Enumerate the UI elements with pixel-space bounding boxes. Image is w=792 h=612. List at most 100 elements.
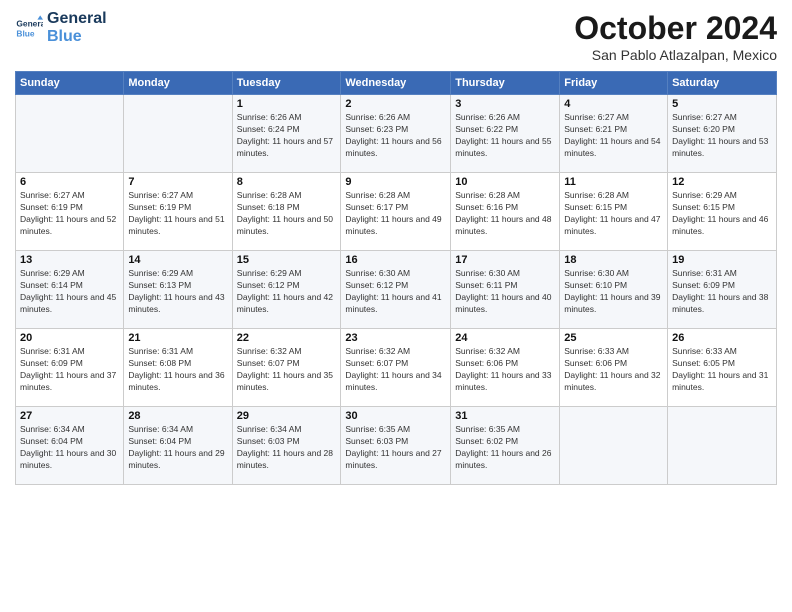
day-info: Sunrise: 6:32 AM Sunset: 6:07 PM Dayligh… bbox=[345, 346, 446, 394]
day-number: 29 bbox=[237, 410, 337, 422]
week-row-3: 13 Sunrise: 6:29 AM Sunset: 6:14 PM Dayli… bbox=[16, 251, 777, 329]
logo: General Blue General Blue bbox=[15, 10, 107, 45]
day-number: 6 bbox=[20, 176, 119, 188]
table-cell: 4 Sunrise: 6:27 AM Sunset: 6:21 PM Daylig… bbox=[560, 95, 668, 173]
day-info: Sunrise: 6:29 AM Sunset: 6:14 PM Dayligh… bbox=[20, 268, 119, 316]
table-cell: 24Sunrise: 6:32 AM Sunset: 6:06 PM Dayli… bbox=[451, 329, 560, 407]
table-cell: 10 Sunrise: 6:28 AM Sunset: 6:16 PM Dayli… bbox=[451, 173, 560, 251]
svg-text:General: General bbox=[16, 18, 43, 28]
day-info: Sunrise: 6:27 AM Sunset: 6:20 PM Dayligh… bbox=[672, 112, 772, 160]
day-number: 23 bbox=[345, 332, 446, 344]
table-cell: 6 Sunrise: 6:27 AM Sunset: 6:19 PM Daylig… bbox=[16, 173, 124, 251]
table-cell: 12Sunrise: 6:29 AM Sunset: 6:15 PM Dayli… bbox=[668, 173, 777, 251]
header-monday: Monday bbox=[124, 72, 232, 95]
day-info: Sunrise: 6:32 AM Sunset: 6:07 PM Dayligh… bbox=[237, 346, 337, 394]
day-number: 31 bbox=[455, 410, 555, 422]
table-cell: 23 Sunrise: 6:32 AM Sunset: 6:07 PM Dayli… bbox=[341, 329, 451, 407]
table-cell: 27 Sunrise: 6:34 AM Sunset: 6:04 PM Dayli… bbox=[16, 407, 124, 485]
day-info: Sunrise: 6:28 AM Sunset: 6:16 PM Dayligh… bbox=[455, 190, 555, 238]
day-number: 21 bbox=[128, 332, 227, 344]
header-saturday: Saturday bbox=[668, 72, 777, 95]
day-info: Sunrise: 6:31 AM Sunset: 6:09 PM Dayligh… bbox=[20, 346, 119, 394]
day-info: Sunrise: 6:28 AM Sunset: 6:15 PM Dayligh… bbox=[564, 190, 663, 238]
day-number: 22 bbox=[237, 332, 337, 344]
table-cell: 21 Sunrise: 6:31 AM Sunset: 6:08 PM Dayli… bbox=[124, 329, 232, 407]
title-block: October 2024 San Pablo Atlazalpan, Mexic… bbox=[574, 10, 777, 63]
day-info: Sunrise: 6:34 AM Sunset: 6:03 PM Dayligh… bbox=[237, 424, 337, 472]
day-number: 28 bbox=[128, 410, 227, 422]
day-info: Sunrise: 6:31 AM Sunset: 6:08 PM Dayligh… bbox=[128, 346, 227, 394]
table-cell: 19Sunrise: 6:31 AM Sunset: 6:09 PM Dayli… bbox=[668, 251, 777, 329]
location: San Pablo Atlazalpan, Mexico bbox=[574, 47, 777, 63]
day-number: 26 bbox=[672, 332, 772, 344]
day-number: 3 bbox=[455, 98, 555, 110]
header: General Blue General Blue October 2024 S… bbox=[15, 10, 777, 63]
table-cell: 5 Sunrise: 6:27 AM Sunset: 6:20 PM Daylig… bbox=[668, 95, 777, 173]
header-sunday: Sunday bbox=[16, 72, 124, 95]
day-info: Sunrise: 6:34 AM Sunset: 6:04 PM Dayligh… bbox=[20, 424, 119, 472]
day-number: 17 bbox=[455, 254, 555, 266]
day-number: 20 bbox=[20, 332, 119, 344]
day-info: Sunrise: 6:28 AM Sunset: 6:18 PM Dayligh… bbox=[237, 190, 337, 238]
header-wednesday: Wednesday bbox=[341, 72, 451, 95]
table-cell: 1Sunrise: 6:26 AM Sunset: 6:24 PM Daylig… bbox=[232, 95, 341, 173]
calendar-table: Sunday Monday Tuesday Wednesday Thursday… bbox=[15, 71, 777, 485]
table-cell: 29 Sunrise: 6:34 AM Sunset: 6:03 PM Dayli… bbox=[232, 407, 341, 485]
table-cell: 20 Sunrise: 6:31 AM Sunset: 6:09 PM Dayli… bbox=[16, 329, 124, 407]
day-info: Sunrise: 6:34 AM Sunset: 6:04 PM Dayligh… bbox=[128, 424, 227, 472]
day-info: Sunrise: 6:35 AM Sunset: 6:02 PM Dayligh… bbox=[455, 424, 555, 472]
day-number: 14 bbox=[128, 254, 227, 266]
table-cell: 16 Sunrise: 6:30 AM Sunset: 6:12 PM Dayli… bbox=[341, 251, 451, 329]
table-cell: 7Sunrise: 6:27 AM Sunset: 6:19 PM Daylig… bbox=[124, 173, 232, 251]
table-cell: 26Sunrise: 6:33 AM Sunset: 6:05 PM Dayli… bbox=[668, 329, 777, 407]
day-info: Sunrise: 6:29 AM Sunset: 6:15 PM Dayligh… bbox=[672, 190, 772, 238]
week-row-5: 27 Sunrise: 6:34 AM Sunset: 6:04 PM Dayli… bbox=[16, 407, 777, 485]
day-number: 27 bbox=[20, 410, 119, 422]
week-row-2: 6 Sunrise: 6:27 AM Sunset: 6:19 PM Daylig… bbox=[16, 173, 777, 251]
table-cell: 15 Sunrise: 6:29 AM Sunset: 6:12 PM Dayli… bbox=[232, 251, 341, 329]
day-number: 13 bbox=[20, 254, 119, 266]
table-cell: 17 Sunrise: 6:30 AM Sunset: 6:11 PM Dayli… bbox=[451, 251, 560, 329]
table-cell bbox=[668, 407, 777, 485]
page: General Blue General Blue October 2024 S… bbox=[0, 0, 792, 612]
table-cell bbox=[16, 95, 124, 173]
day-number: 18 bbox=[564, 254, 663, 266]
header-thursday: Thursday bbox=[451, 72, 560, 95]
day-info: Sunrise: 6:26 AM Sunset: 6:24 PM Dayligh… bbox=[237, 112, 337, 160]
day-info: Sunrise: 6:29 AM Sunset: 6:12 PM Dayligh… bbox=[237, 268, 337, 316]
table-cell bbox=[560, 407, 668, 485]
day-info: Sunrise: 6:27 AM Sunset: 6:19 PM Dayligh… bbox=[20, 190, 119, 238]
table-cell: 25Sunrise: 6:33 AM Sunset: 6:06 PM Dayli… bbox=[560, 329, 668, 407]
day-number: 24 bbox=[455, 332, 555, 344]
day-info: Sunrise: 6:27 AM Sunset: 6:21 PM Dayligh… bbox=[564, 112, 663, 160]
week-row-4: 20 Sunrise: 6:31 AM Sunset: 6:09 PM Dayli… bbox=[16, 329, 777, 407]
day-number: 16 bbox=[345, 254, 446, 266]
day-info: Sunrise: 6:30 AM Sunset: 6:11 PM Dayligh… bbox=[455, 268, 555, 316]
day-info: Sunrise: 6:26 AM Sunset: 6:23 PM Dayligh… bbox=[345, 112, 446, 160]
day-number: 4 bbox=[564, 98, 663, 110]
day-info: Sunrise: 6:28 AM Sunset: 6:17 PM Dayligh… bbox=[345, 190, 446, 238]
day-number: 11 bbox=[564, 176, 663, 188]
header-tuesday: Tuesday bbox=[232, 72, 341, 95]
day-number: 9 bbox=[345, 176, 446, 188]
day-number: 5 bbox=[672, 98, 772, 110]
logo-icon: General Blue bbox=[15, 14, 43, 42]
table-cell: 14 Sunrise: 6:29 AM Sunset: 6:13 PM Dayli… bbox=[124, 251, 232, 329]
day-info: Sunrise: 6:30 AM Sunset: 6:10 PM Dayligh… bbox=[564, 268, 663, 316]
table-cell: 31 Sunrise: 6:35 AM Sunset: 6:02 PM Dayli… bbox=[451, 407, 560, 485]
day-number: 2 bbox=[345, 98, 446, 110]
logo-blue: Blue bbox=[47, 28, 107, 46]
day-number: 25 bbox=[564, 332, 663, 344]
table-cell: 8 Sunrise: 6:28 AM Sunset: 6:18 PM Daylig… bbox=[232, 173, 341, 251]
day-number: 15 bbox=[237, 254, 337, 266]
logo-general: General bbox=[47, 10, 107, 28]
day-info: Sunrise: 6:35 AM Sunset: 6:03 PM Dayligh… bbox=[345, 424, 446, 472]
table-cell: 13 Sunrise: 6:29 AM Sunset: 6:14 PM Dayli… bbox=[16, 251, 124, 329]
table-cell: 30Sunrise: 6:35 AM Sunset: 6:03 PM Dayli… bbox=[341, 407, 451, 485]
day-number: 19 bbox=[672, 254, 772, 266]
day-number: 10 bbox=[455, 176, 555, 188]
day-info: Sunrise: 6:29 AM Sunset: 6:13 PM Dayligh… bbox=[128, 268, 227, 316]
day-number: 7 bbox=[128, 176, 227, 188]
day-info: Sunrise: 6:30 AM Sunset: 6:12 PM Dayligh… bbox=[345, 268, 446, 316]
day-number: 8 bbox=[237, 176, 337, 188]
